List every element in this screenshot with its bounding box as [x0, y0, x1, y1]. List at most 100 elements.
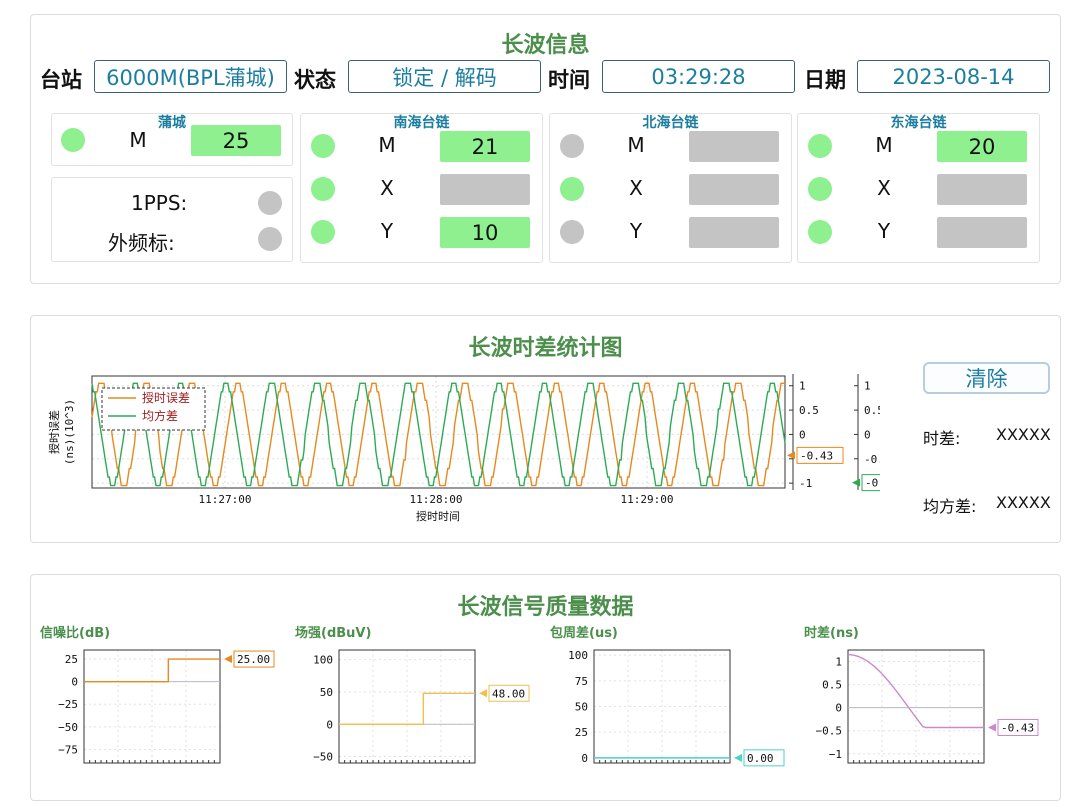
chain-signal-indicator — [808, 134, 832, 158]
y-tick-label: 50 — [575, 701, 588, 714]
chain-signal-label: X — [629, 176, 643, 200]
legend-label: 授时误差 — [142, 390, 190, 405]
current-value-arrow — [988, 723, 996, 732]
current-value-arrow — [787, 451, 795, 460]
chart-legend: 授时误差均方差 — [101, 387, 206, 431]
y-tick-label: −0.5 — [816, 725, 843, 738]
time-diff-label: 时差: — [923, 429, 961, 448]
y-tick-label: 0.5 — [822, 679, 842, 692]
chain-signal-indicator — [311, 177, 335, 201]
date-label: 日期 — [804, 68, 846, 92]
chain-signal-indicator — [560, 177, 584, 201]
current-value-label: 48.00 — [492, 687, 525, 700]
quality-chart: 1 0.5 0 −0.5 −1 -0.43 — [816, 649, 1039, 764]
y-tick-label: 0 — [326, 718, 333, 731]
y-tick-label: 1 — [864, 380, 871, 393]
y-tick-label: 1 — [799, 380, 806, 393]
chain-signal-indicator — [808, 220, 832, 244]
chain-signal-label: X — [877, 176, 891, 200]
pps-indicator — [258, 191, 282, 215]
quality-chart: 100 50 0 −50 48.00 — [313, 649, 530, 764]
y-tick-label: 0 — [799, 428, 806, 441]
stddev-value: XXXXX — [996, 493, 1051, 512]
pucheng-m-indicator — [61, 128, 85, 152]
date-field: 2023-08-14 — [857, 60, 1050, 93]
pucheng-m-label: M — [129, 128, 147, 152]
y-tick-label: −75 — [58, 743, 78, 756]
chain-signal-indicator — [311, 220, 335, 244]
time-label: 时间 — [548, 68, 590, 92]
chain-title: 南海台链 — [393, 115, 450, 131]
ext-ref-label: 外频标: — [108, 231, 175, 255]
y-tick-label: 0 — [835, 702, 842, 715]
current-value-label: -0.43 — [1001, 721, 1034, 734]
current-value-label: 0.00 — [747, 752, 774, 765]
chain-signal-indicator — [560, 220, 584, 244]
time-diff-chart: 授时误差 (ns)(10^3)11:27:00 11:28:00 11:29:00授时… — [47, 374, 880, 523]
chain-signal-label: M — [875, 133, 893, 157]
chain-signal-value: 20 — [937, 131, 1027, 162]
status-field: 锁定 / 解码 — [348, 60, 541, 93]
y-tick-label: 25 — [65, 653, 78, 666]
chain-signal-value — [440, 174, 530, 205]
y-tick-label: 100 — [568, 649, 588, 662]
chain-signal-value — [689, 131, 779, 162]
y-tick-label: 0 — [864, 428, 871, 441]
y-tick-label: -1 — [799, 477, 812, 490]
y-tick-label: 50 — [320, 686, 333, 699]
chain-signal-indicator — [808, 177, 832, 201]
y-tick-label: −50 — [313, 751, 333, 764]
time-diff-value: XXXXX — [996, 425, 1051, 444]
station-label: 台站 — [40, 68, 82, 92]
chain-signal-value — [937, 217, 1027, 248]
chain-signal-indicator — [560, 134, 584, 158]
x-tick-label: 11:29:00 — [621, 493, 674, 506]
ext-ref-indicator — [258, 227, 282, 251]
x-tick-label: 11:28:00 — [410, 493, 463, 506]
chain-signal-label: M — [627, 133, 645, 157]
y-tick-label: 25 — [575, 726, 588, 739]
pucheng-m-value: 25 — [191, 125, 281, 156]
panel-title: 长波信息 — [501, 33, 590, 58]
chain-signal-label: Y — [380, 219, 394, 243]
quality-series-line — [339, 692, 475, 725]
y-tick-label: −1 — [829, 748, 842, 761]
current-value-label: 25.00 — [237, 653, 270, 666]
current-value-label: -0.99 — [865, 477, 880, 490]
chain-signal-value — [689, 217, 779, 248]
stddev-label: 均方差: — [923, 497, 977, 516]
y-tick-label: 0.5 — [864, 404, 880, 417]
pps-label: 1PPS: — [131, 191, 188, 215]
y-tick-label: −25 — [58, 698, 78, 711]
quality-chart-title: 场强(dBuV) — [295, 626, 372, 641]
chain-title: 北海台链 — [642, 115, 699, 131]
y-axis-title: 授时误差 — [47, 410, 61, 454]
y-tick-label: 0 — [581, 752, 588, 765]
y-tick-label: 100 — [313, 654, 333, 667]
y-tick-label: -0.5 — [864, 453, 880, 466]
chain-signal-label: X — [380, 176, 394, 200]
chain-signal-indicator — [311, 134, 335, 158]
clear-button[interactable]: 清除 — [923, 362, 1050, 394]
chain-signal-label: Y — [629, 219, 643, 243]
quality-chart-title: 时差(ns) — [804, 626, 859, 641]
current-value-arrow — [852, 478, 860, 487]
quality-chart-title: 包周差(us) — [550, 626, 618, 641]
y-tick-label: −50 — [58, 721, 78, 734]
chain-signal-value — [937, 174, 1027, 205]
y-axis-unit: (ns)(10^3) — [63, 399, 76, 465]
chain-signal-value: 21 — [440, 131, 530, 162]
current-value-label: -0.43 — [800, 449, 833, 462]
current-value-arrow — [734, 753, 742, 762]
current-value-arrow — [224, 655, 232, 664]
quality-chart: 25 0 −25 −50 −75 25.00 — [58, 649, 275, 764]
y-tick-label: 0 — [71, 676, 78, 689]
station-field: 6000M(BPL蒲城) — [94, 60, 287, 93]
y-tick-label: 1 — [835, 656, 842, 669]
quality-title: 长波信号质量数据 — [457, 595, 634, 620]
current-value-arrow — [479, 689, 487, 698]
stats-title: 长波时差统计图 — [468, 336, 623, 361]
y-tick-label: 75 — [575, 675, 588, 688]
quality-chart-title: 信噪比(dB) — [40, 626, 111, 641]
x-tick-label: 11:27:00 — [199, 493, 252, 506]
